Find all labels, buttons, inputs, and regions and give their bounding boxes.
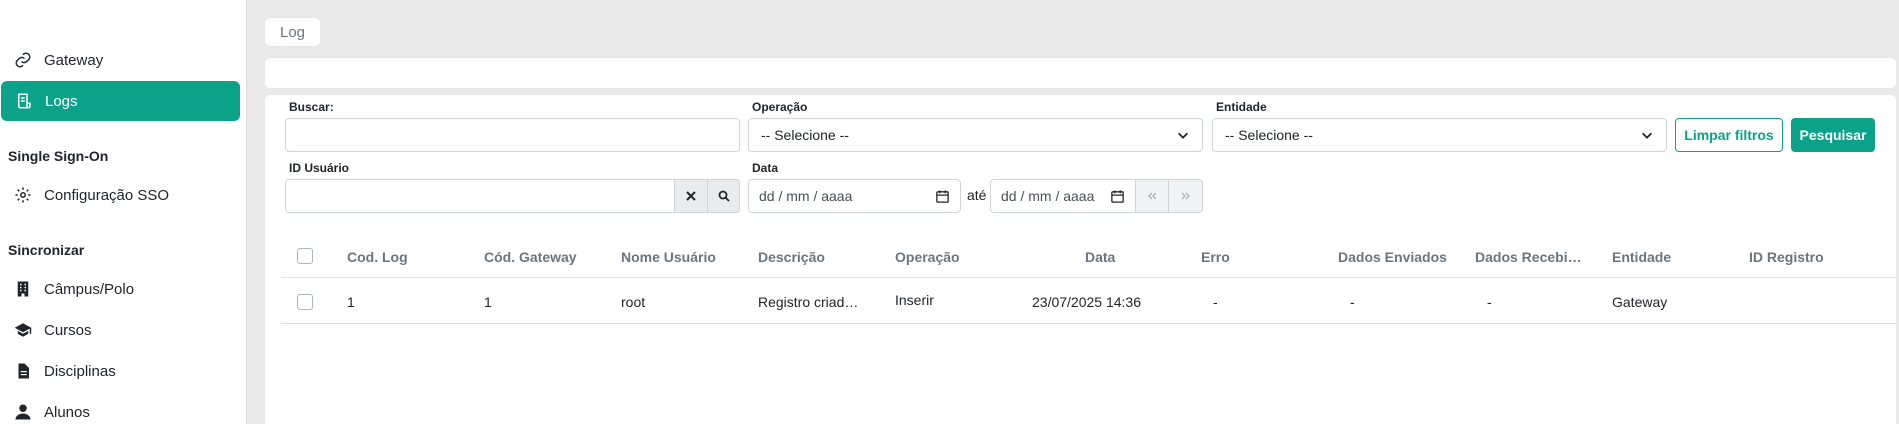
column-header-dados-recebidos[interactable]: Dados Recebi… <box>1475 249 1582 265</box>
row-checkbox[interactable] <box>297 294 313 310</box>
sidebar: Gateway Logs Single Sign-On Configuração… <box>0 0 247 424</box>
section-title-sincronizar: Sincronizar <box>8 242 85 258</box>
column-header-descricao[interactable]: Descrição <box>758 249 825 265</box>
sidebar-item-cursos[interactable]: Cursos <box>0 310 239 350</box>
entidade-label: Entidade <box>1216 100 1267 114</box>
pesquisar-button[interactable]: Pesquisar <box>1791 118 1875 152</box>
id-usuario-label: ID Usuário <box>289 161 350 175</box>
cell-dados-recebidos: - <box>1487 294 1492 310</box>
date-prev-button[interactable] <box>1135 179 1169 213</box>
sidebar-item-configuracao-sso[interactable]: Configuração SSO <box>0 175 239 215</box>
sidebar-item-label: Cursos <box>44 321 92 339</box>
cell-entidade: Gateway <box>1612 294 1668 310</box>
entidade-select-value: -- Selecione -- <box>1225 127 1313 143</box>
entidade-select[interactable]: -- Selecione -- <box>1212 118 1667 152</box>
section-title-sso: Single Sign-On <box>8 148 109 164</box>
building-icon <box>13 279 33 299</box>
sidebar-item-alunos[interactable]: Alunos <box>0 392 239 424</box>
sidebar-item-disciplinas[interactable]: Disciplinas <box>0 351 239 391</box>
sidebar-item-label: Alunos <box>44 403 90 421</box>
select-all-checkbox[interactable] <box>297 248 313 264</box>
operacao-select-value: -- Selecione -- <box>761 127 849 143</box>
file-icon <box>13 361 33 381</box>
clear-id-usuario-button[interactable] <box>674 179 708 213</box>
sidebar-item-label: Configuração SSO <box>44 186 170 204</box>
ate-label: até <box>967 187 987 203</box>
user-icon <box>13 402 33 422</box>
sidebar-item-campus-polo[interactable]: Câmpus/Polo <box>0 269 239 309</box>
sidebar-item-label: Logs <box>45 92 78 110</box>
sidebar-item-label: Gateway <box>44 51 104 69</box>
date-next-button[interactable] <box>1168 179 1203 213</box>
table-divider <box>281 323 1896 324</box>
column-header-operacao[interactable]: Operação <box>895 249 960 265</box>
close-icon <box>686 191 696 201</box>
operacao-label: Operação <box>752 100 808 114</box>
date-from-placeholder: dd / mm / aaaa <box>759 188 853 204</box>
column-header-dados-enviados[interactable]: Dados Enviados <box>1338 249 1447 265</box>
graduation-cap-icon <box>13 320 33 340</box>
buscar-label: Buscar: <box>289 100 334 114</box>
sidebar-item-gateway[interactable]: Gateway <box>0 40 239 80</box>
sidebar-item-label: Disciplinas <box>44 362 116 380</box>
column-header-data[interactable]: Data <box>1085 249 1115 265</box>
date-to-input[interactable]: dd / mm / aaaa <box>990 179 1136 213</box>
cell-descricao: Registro criad… <box>758 294 859 310</box>
chevrons-left-icon <box>1148 192 1157 200</box>
calendar-icon[interactable] <box>935 189 950 204</box>
column-header-entidade[interactable]: Entidade <box>1612 249 1671 265</box>
operacao-select[interactable]: -- Selecione -- <box>748 118 1203 152</box>
data-label: Data <box>752 161 779 175</box>
sidebar-item-label: Câmpus/Polo <box>44 280 135 298</box>
limpar-filtros-button[interactable]: Limpar filtros <box>1675 118 1783 152</box>
column-header-cod-gateway[interactable]: Cód. Gateway <box>484 249 577 265</box>
column-header-nome-usuario[interactable]: Nome Usuário <box>621 249 716 265</box>
cell-operacao: Inserir <box>895 292 934 308</box>
breadcrumb-tab-log[interactable]: Log <box>265 18 320 46</box>
header-bar <box>265 58 1896 88</box>
calendar-icon[interactable] <box>1110 189 1125 204</box>
log-icon <box>14 91 34 111</box>
date-to-placeholder: dd / mm / aaaa <box>1001 188 1095 204</box>
chevron-down-icon <box>1642 132 1652 139</box>
chevron-down-icon <box>1178 132 1188 139</box>
cell-cod-gateway: 1 <box>484 294 492 310</box>
cell-cod-log: 1 <box>347 294 355 310</box>
cell-dados-enviados: - <box>1350 294 1355 310</box>
search-id-usuario-button[interactable] <box>707 179 740 213</box>
cell-data: 23/07/2025 14:36 <box>1032 294 1141 310</box>
gear-icon <box>13 185 33 205</box>
column-header-cod-log[interactable]: Cod. Log <box>347 249 408 265</box>
date-from-input[interactable]: dd / mm / aaaa <box>748 179 961 213</box>
sidebar-item-logs[interactable]: Logs <box>1 81 240 121</box>
column-header-id-registro[interactable]: ID Registro <box>1749 249 1824 265</box>
link-icon <box>13 50 33 70</box>
cell-erro: - <box>1213 294 1218 310</box>
search-input[interactable] <box>285 118 740 152</box>
table-divider <box>281 277 1896 278</box>
cell-nome-usuario: root <box>621 294 646 310</box>
chevrons-right-icon <box>1181 192 1190 200</box>
column-header-erro[interactable]: Erro <box>1201 249 1230 265</box>
search-icon <box>718 190 730 202</box>
id-usuario-input[interactable] <box>285 179 675 213</box>
